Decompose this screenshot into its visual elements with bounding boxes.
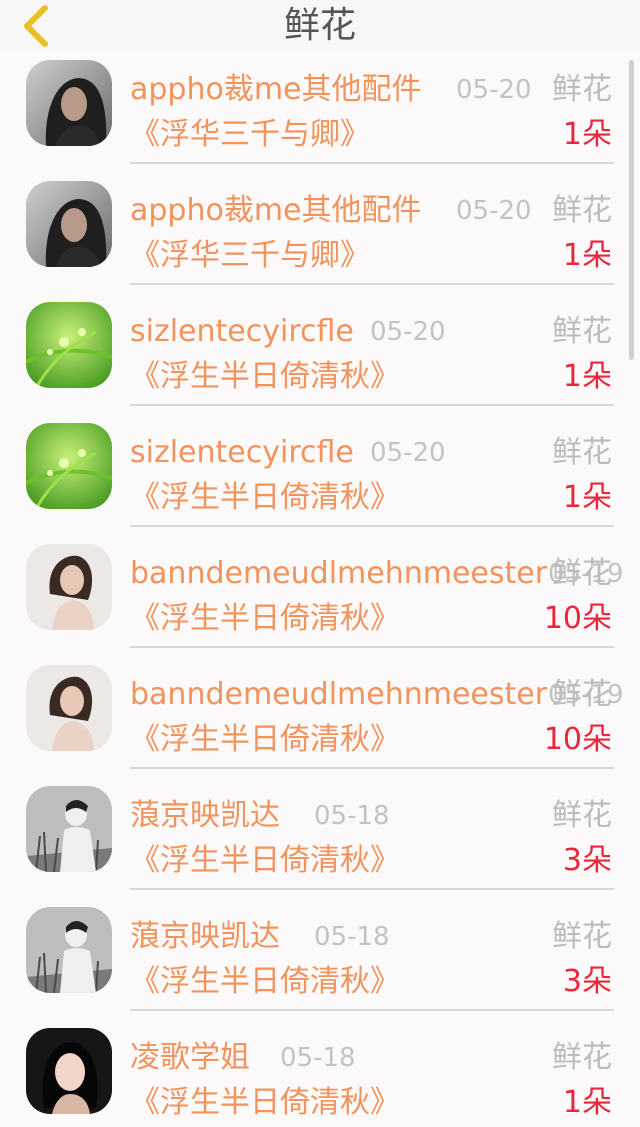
avatar[interactable] — [26, 60, 112, 146]
book-title[interactable]: 《浮生半日倚清秋》 — [130, 961, 400, 1003]
row-divider — [130, 1009, 614, 1011]
top-bar: 鲜花 — [0, 0, 640, 52]
gift-date: 05-20 — [370, 317, 446, 347]
gift-type: 鲜花 — [552, 72, 612, 107]
list-item[interactable]: banndemeudlmehnmeester 05-19 鲜花 《浮生半日倚清秋》 10… — [0, 657, 640, 778]
gift-date: 05-20 — [456, 75, 532, 105]
sender-name: 蒗京映凯达 — [130, 919, 280, 954]
gift-count: 10朵 — [543, 722, 612, 757]
gift-count: 3朵 — [562, 843, 612, 878]
gift-type: 鲜花 — [552, 798, 612, 833]
list-item[interactable]: appho裁me其他配件 05-20 鲜花《浮华三千与卿》 1朵 — [0, 173, 640, 294]
gift-type: 鲜花 — [552, 919, 612, 954]
gift-date: 05-18 — [280, 1043, 356, 1073]
sender-name: sizlentecyircfle — [130, 435, 354, 470]
book-title[interactable]: 《浮华三千与卿》 — [130, 114, 370, 156]
gift-type: 鲜花 — [552, 314, 612, 349]
avatar[interactable] — [26, 786, 112, 872]
gift-date: 05-18 — [314, 922, 390, 952]
book-title[interactable]: 《浮生半日倚清秋》 — [130, 719, 400, 761]
list-item[interactable]: 凌歌学姐 05-18 鲜花《浮生半日倚清秋》 1朵 — [0, 1020, 640, 1127]
gift-count: 1朵 — [562, 117, 612, 152]
row-divider — [130, 404, 614, 406]
flower-gift-list[interactable]: appho裁me其他配件 05-20 鲜花 《浮华三千与卿》 1朵 appho裁me其他配… — [0, 52, 640, 1127]
gift-date: 05-18 — [314, 801, 390, 831]
sender-name: 蒗京映凯达 — [130, 798, 280, 833]
sender-name: 凌歌学姐 — [130, 1040, 250, 1075]
avatar[interactable] — [26, 423, 112, 509]
row-divider — [130, 767, 614, 769]
row-divider — [130, 888, 614, 890]
scrollbar[interactable] — [629, 60, 634, 360]
avatar[interactable] — [26, 665, 112, 751]
gift-type: 鲜花 — [552, 435, 612, 470]
sender-name: appho裁me其他配件 — [130, 193, 422, 228]
avatar[interactable] — [26, 907, 112, 993]
sender-name: appho裁me其他配件 — [130, 72, 422, 107]
list-item[interactable]: sizlentecyircfle 05-20 鲜花《浮生半日倚清秋》 1朵 — [0, 294, 640, 415]
avatar[interactable] — [26, 1028, 112, 1114]
gift-type: 鲜花 — [552, 677, 612, 712]
page-title: 鲜花 — [283, 5, 356, 46]
row-divider — [130, 525, 614, 527]
book-title[interactable]: 《浮生半日倚清秋》 — [130, 356, 400, 398]
row-divider — [130, 283, 614, 285]
gift-type: 鲜花 — [552, 556, 612, 591]
avatar[interactable] — [26, 181, 112, 267]
gift-count: 3朵 — [562, 964, 612, 999]
gift-count: 1朵 — [562, 238, 612, 273]
list-item[interactable]: 蒗京映凯达 05-18 鲜花《浮生半日倚清秋》 3朵 — [0, 778, 640, 899]
book-title[interactable]: 《浮华三千与卿》 — [130, 235, 370, 277]
book-title[interactable]: 《浮生半日倚清秋》 — [130, 1082, 400, 1124]
list-item[interactable]: banndemeudlmehnmeester 05-19 鲜花 《浮生半日倚清秋》 10… — [0, 536, 640, 657]
book-title[interactable]: 《浮生半日倚清秋》 — [130, 598, 400, 640]
gift-type: 鲜花 — [552, 193, 612, 228]
gift-type: 鲜花 — [552, 1040, 612, 1075]
sender-name: sizlentecyircfle — [130, 314, 354, 349]
row-divider — [130, 646, 614, 648]
book-title[interactable]: 《浮生半日倚清秋》 — [130, 477, 400, 519]
gift-date: 05-20 — [456, 196, 532, 226]
list-item[interactable]: 蒗京映凯达 05-18 鲜花《浮生半日倚清秋》 3朵 — [0, 899, 640, 1020]
gift-count: 1朵 — [562, 1085, 612, 1120]
gift-date: 05-20 — [370, 438, 446, 468]
gift-count: 1朵 — [562, 359, 612, 394]
list-item[interactable]: appho裁me其他配件 05-20 鲜花《浮华三千与卿》 1朵 — [0, 52, 640, 173]
avatar[interactable] — [26, 302, 112, 388]
book-title[interactable]: 《浮生半日倚清秋》 — [130, 840, 400, 882]
avatar[interactable] — [26, 544, 112, 630]
row-divider — [130, 162, 614, 164]
gift-count: 1朵 — [562, 480, 612, 515]
sender-name: banndemeudlmehnmeester — [130, 556, 548, 591]
gift-count: 10朵 — [543, 601, 612, 636]
sender-name: banndemeudlmehnmeester — [130, 677, 548, 712]
list-item[interactable]: sizlentecyircfle 05-20 鲜花《浮生半日倚清秋》 1朵 — [0, 415, 640, 536]
